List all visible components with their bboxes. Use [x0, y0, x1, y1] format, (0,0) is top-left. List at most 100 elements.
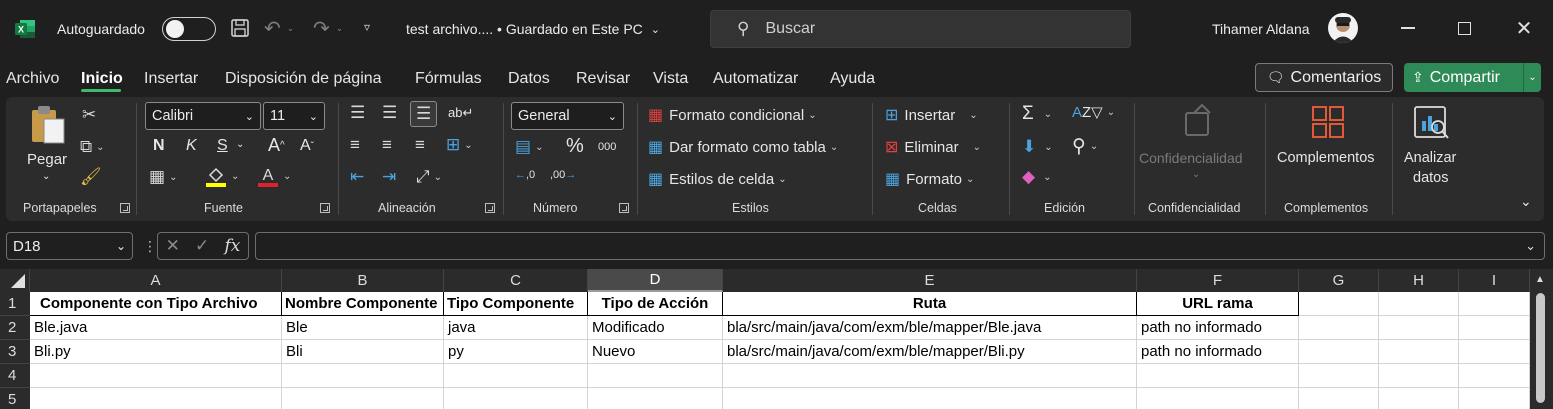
maximize-icon[interactable]	[1454, 18, 1474, 38]
paste-dropdown-icon[interactable]: ⌄	[42, 171, 50, 182]
cut-icon[interactable]: ✂	[82, 105, 96, 125]
fill-color-icon[interactable]: ⌄	[205, 165, 239, 187]
analyze-data-button-line1[interactable]: Analizar	[1404, 150, 1456, 166]
cell-h2[interactable]	[1379, 316, 1459, 340]
tab-formulas[interactable]: Fórmulas	[415, 70, 482, 88]
tab-disposicion[interactable]: Disposición de página	[225, 70, 382, 88]
comments-button[interactable]: 🗨 Comentarios	[1255, 63, 1393, 92]
expand-formula-icon[interactable]: ⌄	[1525, 238, 1536, 254]
cell-c5[interactable]	[444, 388, 588, 409]
drag-handle-icon[interactable]: ⋮	[143, 238, 157, 255]
cell-c3[interactable]: py	[444, 340, 588, 364]
cell-i4[interactable]	[1459, 364, 1530, 388]
cell-g2[interactable]	[1299, 316, 1379, 340]
close-icon[interactable]: ✕	[1514, 18, 1534, 40]
share-button[interactable]: ⇪ Compartir ⌄	[1404, 63, 1541, 92]
increase-font-icon[interactable]: A ^	[268, 135, 285, 156]
cell-d1[interactable]: Tipo de Acción	[588, 292, 723, 316]
cell-g1[interactable]	[1299, 292, 1379, 316]
cell-e1[interactable]: Ruta	[723, 292, 1137, 316]
sensitivity-dropdown-icon[interactable]: ⌄	[1192, 169, 1200, 180]
align-right-icon[interactable]: ≡	[415, 135, 425, 155]
scroll-up-icon[interactable]: ▲	[1535, 274, 1545, 285]
fill-icon[interactable]: ⬇ ⌄	[1022, 137, 1053, 157]
insert-function-icon[interactable]: fx	[225, 236, 241, 256]
insert-cells-button[interactable]: ⊞ Insertar ⌄	[885, 105, 978, 125]
tab-automatizar[interactable]: Automatizar	[713, 70, 798, 88]
name-box[interactable]: D18 ⌄	[6, 232, 133, 260]
delete-cells-button[interactable]: ⊠ Eliminar ⌄	[885, 137, 981, 157]
font-color-icon[interactable]: A ⌄	[257, 165, 291, 187]
addins-icon[interactable]	[1311, 105, 1345, 139]
formula-input[interactable]: ⌄	[255, 232, 1545, 260]
column-header-f[interactable]: F	[1137, 269, 1299, 292]
number-launcher-icon[interactable]	[619, 203, 629, 213]
decrease-indent-icon[interactable]: ⇤	[350, 167, 364, 187]
align-bottom-icon[interactable]: ☰	[410, 101, 438, 127]
row-header-1[interactable]: 1	[0, 292, 30, 316]
percent-icon[interactable]: %	[566, 135, 584, 158]
clear-icon[interactable]: ◆ ⌄	[1022, 167, 1051, 187]
wrap-text-icon[interactable]: ab↵	[448, 105, 473, 121]
name-box-dropdown-icon[interactable]: ⌄	[116, 239, 126, 253]
sort-filter-icon[interactable]: A Z▽ ⌄	[1072, 103, 1115, 122]
number-format-select[interactable]: General ⌄	[511, 102, 624, 130]
cell-b4[interactable]	[282, 364, 444, 388]
column-header-d[interactable]: D	[588, 269, 723, 292]
accounting-format-icon[interactable]: ▤ ⌄	[515, 137, 543, 157]
column-header-i[interactable]: I	[1459, 269, 1530, 292]
align-top-icon[interactable]: ☰	[350, 103, 365, 123]
cell-i2[interactable]	[1459, 316, 1530, 340]
underline-button[interactable]: S	[217, 137, 228, 155]
conditional-format-button[interactable]: ▦ Formato condicional ⌄	[648, 105, 817, 125]
format-as-table-button[interactable]: ▦ Dar formato como tabla ⌄	[648, 137, 838, 157]
tab-vista[interactable]: Vista	[653, 70, 688, 88]
cell-i3[interactable]	[1459, 340, 1530, 364]
cell-g4[interactable]	[1299, 364, 1379, 388]
cell-d3[interactable]: Nuevo	[588, 340, 723, 364]
cell-h4[interactable]	[1379, 364, 1459, 388]
cell-c2[interactable]: java	[444, 316, 588, 340]
column-header-c[interactable]: C	[444, 269, 588, 292]
underline-dropdown-icon[interactable]: ⌄	[236, 139, 244, 150]
font-family-select[interactable]: Calibri ⌄	[145, 102, 261, 130]
format-cells-button[interactable]: ▦ Formato ⌄	[885, 169, 974, 189]
tab-archivo[interactable]: Archivo	[6, 70, 59, 88]
tab-ayuda[interactable]: Ayuda	[830, 70, 875, 88]
cell-a3[interactable]: Bli.py	[30, 340, 282, 364]
sensitivity-button[interactable]: Confidencialidad	[1139, 150, 1243, 166]
row-header-3[interactable]: 3	[0, 340, 30, 364]
cell-styles-button[interactable]: ▦ Estilos de celda ⌄	[648, 169, 787, 189]
column-header-b[interactable]: B	[282, 269, 444, 292]
cell-a4[interactable]	[30, 364, 282, 388]
align-center-icon[interactable]: ≡	[382, 135, 392, 155]
save-icon[interactable]	[230, 18, 250, 38]
cell-a5[interactable]	[30, 388, 282, 409]
cell-i5[interactable]	[1459, 388, 1530, 409]
addins-button[interactable]: Complementos	[1277, 150, 1375, 166]
clipboard-launcher-icon[interactable]	[120, 203, 130, 213]
cell-h3[interactable]	[1379, 340, 1459, 364]
italic-button[interactable]: K	[186, 137, 197, 155]
scrollbar-thumb[interactable]	[1536, 293, 1545, 403]
user-name[interactable]: Tihamer Aldana	[1212, 21, 1310, 37]
paste-button[interactable]: Pegar	[27, 151, 67, 168]
cell-g5[interactable]	[1299, 388, 1379, 409]
vertical-scrollbar[interactable]: ▲	[1530, 269, 1553, 409]
minimize-icon[interactable]	[1398, 18, 1418, 38]
cell-f5[interactable]	[1137, 388, 1299, 409]
autosum-icon[interactable]: Σ ⌄	[1022, 103, 1052, 125]
cell-d4[interactable]	[588, 364, 723, 388]
cell-e4[interactable]	[723, 364, 1137, 388]
cell-d5[interactable]	[588, 388, 723, 409]
font-size-select[interactable]: 11 ⌄	[263, 102, 325, 130]
row-header-2[interactable]: 2	[0, 316, 30, 340]
cell-f1[interactable]: URL rama	[1137, 292, 1299, 316]
align-left-icon[interactable]: ≡	[350, 135, 360, 155]
cell-i1[interactable]	[1459, 292, 1530, 316]
comma-style-icon[interactable]: 000	[598, 141, 616, 153]
cell-a2[interactable]: Ble.java	[30, 316, 282, 340]
customize-toolbar-icon[interactable]: ▿	[364, 20, 370, 34]
increase-decimal-icon[interactable]: ← ,0	[515, 169, 535, 181]
cell-h5[interactable]	[1379, 388, 1459, 409]
